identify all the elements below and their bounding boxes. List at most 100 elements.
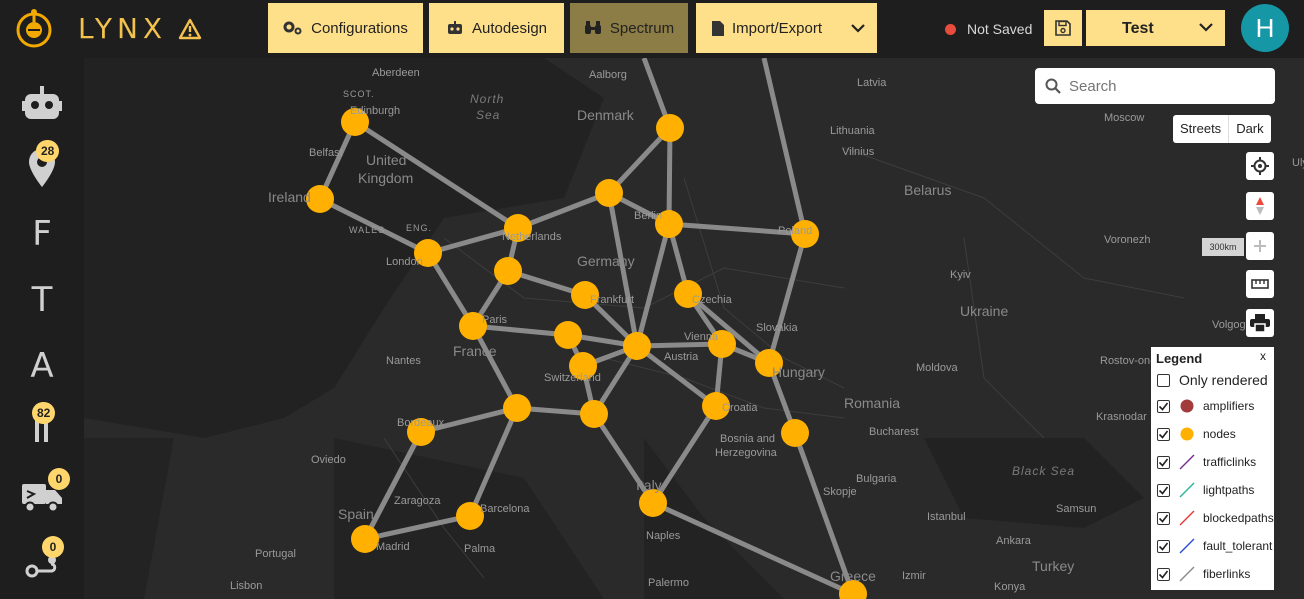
route-count-badge: 0 — [42, 536, 64, 558]
city-label-voronezh: Voronezh — [1104, 234, 1151, 246]
legend-only-rendered[interactable]: Only rendered — [1157, 369, 1274, 391]
warning-icon[interactable] — [178, 18, 202, 40]
legend-checkbox[interactable] — [1157, 539, 1170, 553]
compass-icon — [1256, 197, 1264, 215]
sidebar-item-route[interactable]: 0 — [0, 536, 84, 582]
fiberlink[interactable] — [650, 404, 719, 505]
sidebar-item-t[interactable]: T — [0, 276, 84, 324]
city-label-madrid: Madrid — [376, 541, 410, 553]
sidebar-item-a[interactable]: A — [0, 342, 84, 390]
network-node[interactable] — [503, 394, 531, 422]
autodesign-button[interactable]: Autodesign — [429, 3, 564, 53]
delivery-count-badge: 0 — [48, 468, 70, 490]
configurations-button[interactable]: Configurations — [268, 3, 423, 53]
legend-checkbox[interactable] — [1157, 455, 1170, 469]
locations-count-badge: 28 — [36, 140, 60, 162]
legend-close-button[interactable]: x — [1260, 349, 1266, 363]
network-node[interactable] — [781, 419, 809, 447]
fiberlink[interactable] — [761, 58, 808, 235]
fiberlink[interactable] — [467, 407, 520, 517]
ii-count-badge: 82 — [32, 402, 56, 424]
city-label-bucharest: Bucharest — [869, 426, 919, 438]
legend-checkbox[interactable] — [1157, 427, 1170, 441]
legend-title: Legend — [1156, 351, 1203, 366]
city-label-vienna: Vienna — [684, 331, 719, 343]
sidebar-item-pause[interactable]: 82 — [0, 402, 84, 452]
legend-checkbox[interactable] — [1157, 567, 1170, 581]
printer-icon — [1250, 314, 1270, 332]
fiberlink[interactable] — [517, 190, 610, 231]
legend-item-lightpaths[interactable]: lightpaths — [1157, 479, 1274, 501]
legend-item-amplifiers[interactable]: amplifiers — [1157, 395, 1274, 417]
fiberlink[interactable] — [666, 127, 673, 225]
project-select[interactable]: Test — [1086, 10, 1225, 46]
fiberlink[interactable] — [364, 513, 471, 542]
country-label-romania: Romania — [844, 395, 901, 411]
network-map[interactable]: Aberdeen Aalborg North Sea SCOT. Edinbur… — [84, 58, 1304, 599]
sidebar-item-locations[interactable]: 28 — [0, 140, 84, 190]
crosshair-icon — [1251, 157, 1269, 175]
city-label-ulyanov: Ulyanov — [1292, 157, 1304, 169]
map-style-toggle: Streets Dark — [1173, 115, 1271, 143]
legend-item-nodes[interactable]: nodes — [1157, 423, 1274, 445]
fiberlink[interactable] — [362, 430, 424, 541]
sidebar-item-delivery[interactable]: 0 — [0, 468, 84, 516]
country-label-ukraine: Ukraine — [960, 303, 1009, 319]
only-rendered-checkbox[interactable] — [1157, 373, 1170, 387]
city-label-moscow: Moscow — [1104, 112, 1145, 124]
country-label-netherlands: Netherlands — [502, 231, 562, 243]
sidebar-item-autodesign[interactable] — [0, 82, 84, 124]
compass-button[interactable] — [1246, 192, 1274, 220]
country-label-austria: Austria — [664, 351, 699, 363]
sea-label-north-2: Sea — [476, 108, 501, 122]
legend-checkbox[interactable] — [1157, 399, 1170, 413]
city-label-palermo: Palermo — [648, 577, 689, 589]
legend-line-icon — [1179, 538, 1195, 554]
city-label-krasnodar: Krasnodar — [1096, 411, 1147, 423]
map-style-dark[interactable]: Dark — [1228, 115, 1270, 143]
configurations-label: Configurations — [311, 19, 408, 37]
floppy-disk-icon — [1055, 20, 1071, 36]
search-input[interactable] — [1069, 68, 1269, 104]
network-node[interactable] — [580, 400, 608, 428]
zoom-in-button[interactable] — [1246, 232, 1274, 260]
print-button[interactable] — [1246, 309, 1274, 337]
city-label-palma: Palma — [464, 543, 496, 555]
network-node[interactable] — [494, 257, 522, 285]
import-export-label: Import/Export — [732, 19, 823, 37]
city-label-zaragoza: Zaragoza — [394, 495, 441, 507]
map-style-streets[interactable]: Streets — [1173, 115, 1228, 143]
fiberlink[interactable] — [634, 223, 672, 347]
city-label-nantes: Nantes — [386, 355, 421, 367]
legend-item-label: fault_tolerant — [1203, 539, 1273, 553]
legend-item-fiberlinks[interactable]: fiberlinks — [1157, 563, 1274, 585]
geolocate-button[interactable] — [1246, 152, 1274, 180]
legend-checkbox[interactable] — [1157, 511, 1170, 525]
legend-item-trafficlinks[interactable]: trafficlinks — [1157, 451, 1274, 473]
fiberlink[interactable] — [472, 323, 569, 338]
network-node[interactable] — [623, 332, 651, 360]
legend-line-icon — [1179, 482, 1195, 498]
network-node[interactable] — [554, 321, 582, 349]
country-label-uk-2: Kingdom — [358, 170, 414, 186]
import-export-button[interactable]: Import/Export — [696, 3, 877, 53]
city-label-frankfurt: Frankfurt — [590, 294, 635, 306]
measure-button[interactable] — [1246, 270, 1274, 298]
only-rendered-label: Only rendered — [1179, 372, 1268, 388]
city-label-konya: Konya — [994, 581, 1026, 593]
spectrum-button[interactable]: Spectrum — [570, 3, 688, 53]
country-label-italy: Italy — [636, 477, 662, 493]
network-node[interactable] — [656, 114, 684, 142]
user-avatar[interactable]: H — [1241, 4, 1289, 52]
fiberlink[interactable] — [766, 233, 808, 364]
save-button[interactable] — [1044, 10, 1082, 46]
network-node[interactable] — [639, 489, 667, 517]
legend-item-blockedpaths[interactable]: blockedpaths — [1157, 507, 1274, 529]
network-node[interactable] — [351, 525, 379, 553]
network-layer — [306, 58, 867, 599]
country-label-croatia: Croatia — [722, 402, 758, 414]
legend-checkbox[interactable] — [1157, 483, 1170, 497]
network-node[interactable] — [595, 179, 623, 207]
legend-item-fault-tolerant[interactable]: fault_tolerant — [1157, 535, 1274, 557]
sidebar-item-f[interactable]: F — [0, 210, 84, 258]
